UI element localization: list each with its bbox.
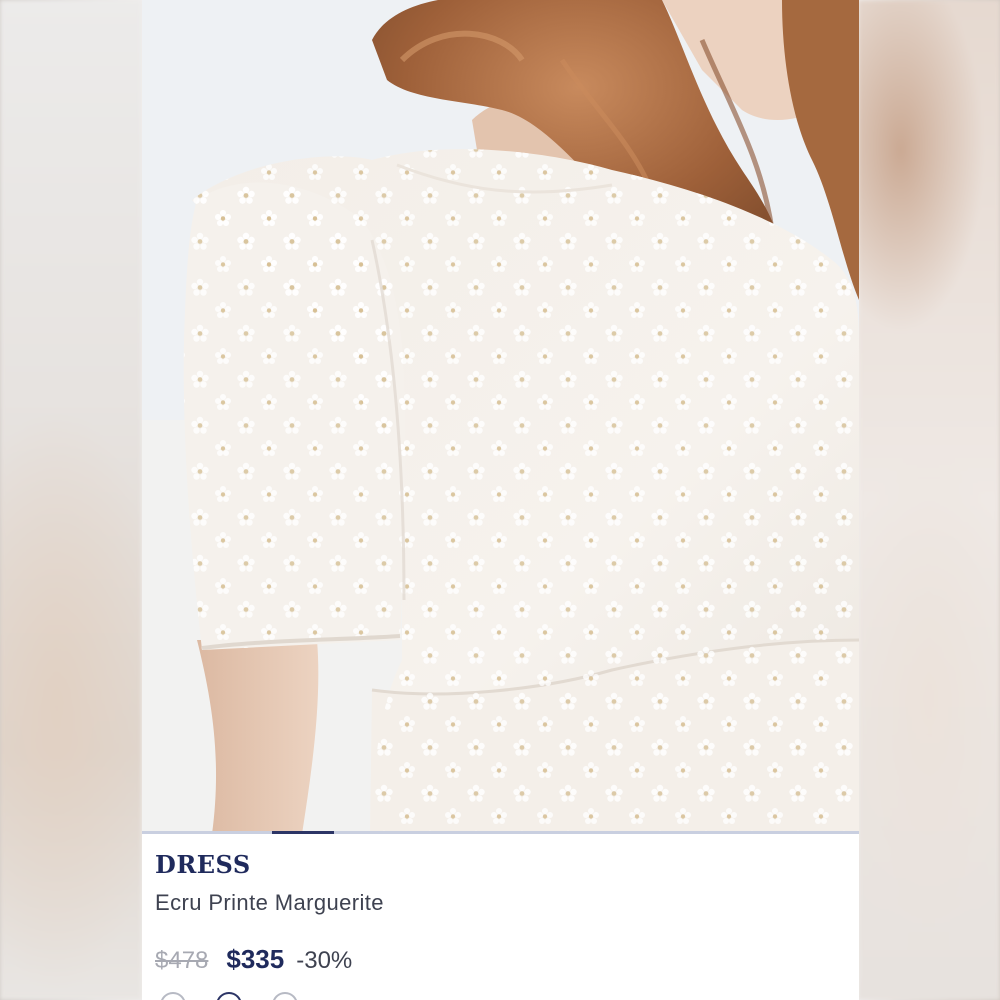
product-category: DRESS bbox=[155, 850, 251, 879]
image-carousel-indicator[interactable] bbox=[142, 831, 859, 834]
screenshot-stage: DRESS Ecru Printe Marguerite $478 $335 -… bbox=[0, 0, 1000, 1000]
product-card[interactable]: DRESS Ecru Printe Marguerite $478 $335 -… bbox=[142, 0, 859, 1000]
blurred-background-left bbox=[0, 0, 142, 1000]
product-info: DRESS Ecru Printe Marguerite $478 $335 -… bbox=[155, 848, 859, 976]
original-price: $478 bbox=[155, 947, 209, 974]
discount-badge: -30% bbox=[296, 947, 353, 974]
product-image[interactable] bbox=[142, 0, 859, 834]
product-name[interactable]: Ecru Printe Marguerite bbox=[155, 888, 859, 918]
color-swatch-icon[interactable] bbox=[160, 992, 186, 1000]
blurred-background-right bbox=[858, 0, 1000, 1000]
color-swatch-icon[interactable] bbox=[272, 992, 298, 1000]
color-swatches bbox=[160, 992, 298, 1000]
sale-price: $335 bbox=[226, 944, 285, 974]
carousel-active-segment bbox=[272, 831, 334, 834]
price-row: $478 $335 -30% bbox=[155, 942, 859, 976]
color-swatch-icon[interactable] bbox=[216, 992, 242, 1000]
